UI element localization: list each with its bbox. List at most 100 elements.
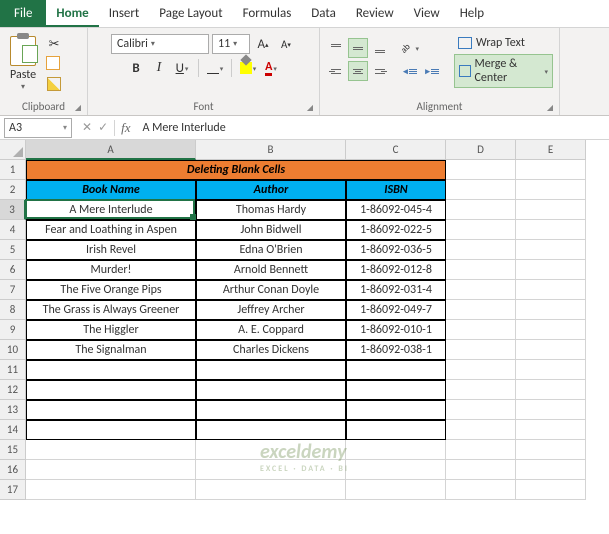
- title-cell[interactable]: Deleting Blank Cells: [26, 160, 446, 180]
- cell[interactable]: [446, 280, 516, 300]
- cell[interactable]: [446, 240, 516, 260]
- cell[interactable]: Edna O'Brien: [196, 240, 346, 260]
- border-button[interactable]: ▾: [205, 58, 225, 78]
- cell[interactable]: [516, 380, 586, 400]
- formula-bar[interactable]: A Mere Interlude: [137, 121, 609, 135]
- cell[interactable]: [446, 400, 516, 420]
- tab-insert[interactable]: Insert: [99, 0, 150, 27]
- cell[interactable]: [346, 420, 446, 440]
- cell[interactable]: Fear and Loathing in Aspen: [26, 220, 196, 240]
- row-header[interactable]: 13: [0, 400, 26, 420]
- cell[interactable]: Arthur Conan Doyle: [196, 280, 346, 300]
- font-name-combo[interactable]: Calibri▾: [111, 34, 209, 54]
- cell[interactable]: [516, 240, 586, 260]
- cell[interactable]: [516, 420, 586, 440]
- select-all-corner[interactable]: [0, 140, 26, 160]
- bold-button[interactable]: B: [126, 58, 146, 78]
- wrap-text-button[interactable]: Wrap Text: [454, 34, 553, 52]
- cell[interactable]: [346, 440, 446, 460]
- cell[interactable]: [516, 160, 586, 180]
- cell[interactable]: 1-86092-036-5: [346, 240, 446, 260]
- shrink-font-button[interactable]: A▾: [276, 34, 296, 54]
- cell[interactable]: [516, 200, 586, 220]
- row-header[interactable]: 6: [0, 260, 26, 280]
- decrease-indent-button[interactable]: ◂: [400, 61, 420, 81]
- cell[interactable]: [26, 480, 196, 500]
- row-header[interactable]: 3: [0, 200, 26, 220]
- cell[interactable]: The Grass is Always Greener: [26, 300, 196, 320]
- cell[interactable]: Murder!: [26, 260, 196, 280]
- row-header[interactable]: 17: [0, 480, 26, 500]
- cell[interactable]: [446, 360, 516, 380]
- cell[interactable]: [346, 360, 446, 380]
- cell[interactable]: [26, 360, 196, 380]
- col-header[interactable]: C: [346, 140, 446, 160]
- align-right-button[interactable]: [370, 61, 390, 81]
- cell[interactable]: [26, 460, 196, 480]
- cell[interactable]: [446, 260, 516, 280]
- cell[interactable]: [446, 160, 516, 180]
- align-center-button[interactable]: [348, 61, 368, 81]
- merge-center-button[interactable]: Merge & Center▾: [454, 54, 553, 88]
- fill-color-button[interactable]: ▾: [238, 58, 258, 78]
- cell[interactable]: [446, 220, 516, 240]
- tab-page-layout[interactable]: Page Layout: [149, 0, 232, 27]
- cell[interactable]: [196, 380, 346, 400]
- row-header[interactable]: 11: [0, 360, 26, 380]
- cell[interactable]: [446, 340, 516, 360]
- cell[interactable]: [446, 300, 516, 320]
- orientation-button[interactable]: ▾: [400, 38, 420, 58]
- row-header[interactable]: 15: [0, 440, 26, 460]
- cell[interactable]: [446, 460, 516, 480]
- cell[interactable]: [196, 420, 346, 440]
- cell[interactable]: Irish Revel: [26, 240, 196, 260]
- cell[interactable]: [196, 460, 346, 480]
- row-header[interactable]: 14: [0, 420, 26, 440]
- cell[interactable]: [446, 420, 516, 440]
- cell[interactable]: [516, 220, 586, 240]
- format-painter-button[interactable]: [44, 75, 64, 93]
- tab-home[interactable]: Home: [46, 0, 98, 27]
- col-header[interactable]: A: [26, 140, 196, 160]
- cell[interactable]: The Higgler: [26, 320, 196, 340]
- insert-function-button[interactable]: fx: [114, 120, 136, 136]
- font-size-combo[interactable]: 11▾: [212, 34, 250, 54]
- header-cell[interactable]: Book Name: [26, 180, 196, 200]
- cell[interactable]: Charles Dickens: [196, 340, 346, 360]
- row-header[interactable]: 8: [0, 300, 26, 320]
- cell[interactable]: [516, 360, 586, 380]
- cell[interactable]: [346, 380, 446, 400]
- cell[interactable]: [516, 400, 586, 420]
- header-cell[interactable]: ISBN: [346, 180, 446, 200]
- cell[interactable]: [446, 440, 516, 460]
- cell[interactable]: [446, 320, 516, 340]
- cancel-formula-button[interactable]: ✕: [82, 120, 92, 135]
- cell[interactable]: 1-86092-038-1: [346, 340, 446, 360]
- cell[interactable]: [346, 460, 446, 480]
- cell[interactable]: 1-86092-010-1: [346, 320, 446, 340]
- increase-indent-button[interactable]: ▸: [422, 61, 442, 81]
- row-header[interactable]: 10: [0, 340, 26, 360]
- cell[interactable]: The Five Orange Pips: [26, 280, 196, 300]
- cell[interactable]: [346, 480, 446, 500]
- cell[interactable]: [26, 420, 196, 440]
- tab-review[interactable]: Review: [346, 0, 404, 27]
- cell[interactable]: [516, 300, 586, 320]
- underline-button[interactable]: U▾: [172, 58, 192, 78]
- copy-button[interactable]: [44, 55, 64, 73]
- cell[interactable]: [26, 380, 196, 400]
- cell[interactable]: [446, 380, 516, 400]
- align-bottom-button[interactable]: [370, 38, 390, 58]
- cell[interactable]: The Signalman: [26, 340, 196, 360]
- cell[interactable]: [516, 460, 586, 480]
- row-header[interactable]: 5: [0, 240, 26, 260]
- enter-formula-button[interactable]: ✓: [98, 120, 108, 135]
- cell[interactable]: [516, 280, 586, 300]
- row-header[interactable]: 12: [0, 380, 26, 400]
- row-header[interactable]: 2: [0, 180, 26, 200]
- font-launcher[interactable]: ◢: [307, 103, 313, 113]
- cell[interactable]: [446, 480, 516, 500]
- align-left-button[interactable]: [326, 61, 346, 81]
- cell[interactable]: [446, 180, 516, 200]
- col-header[interactable]: E: [516, 140, 586, 160]
